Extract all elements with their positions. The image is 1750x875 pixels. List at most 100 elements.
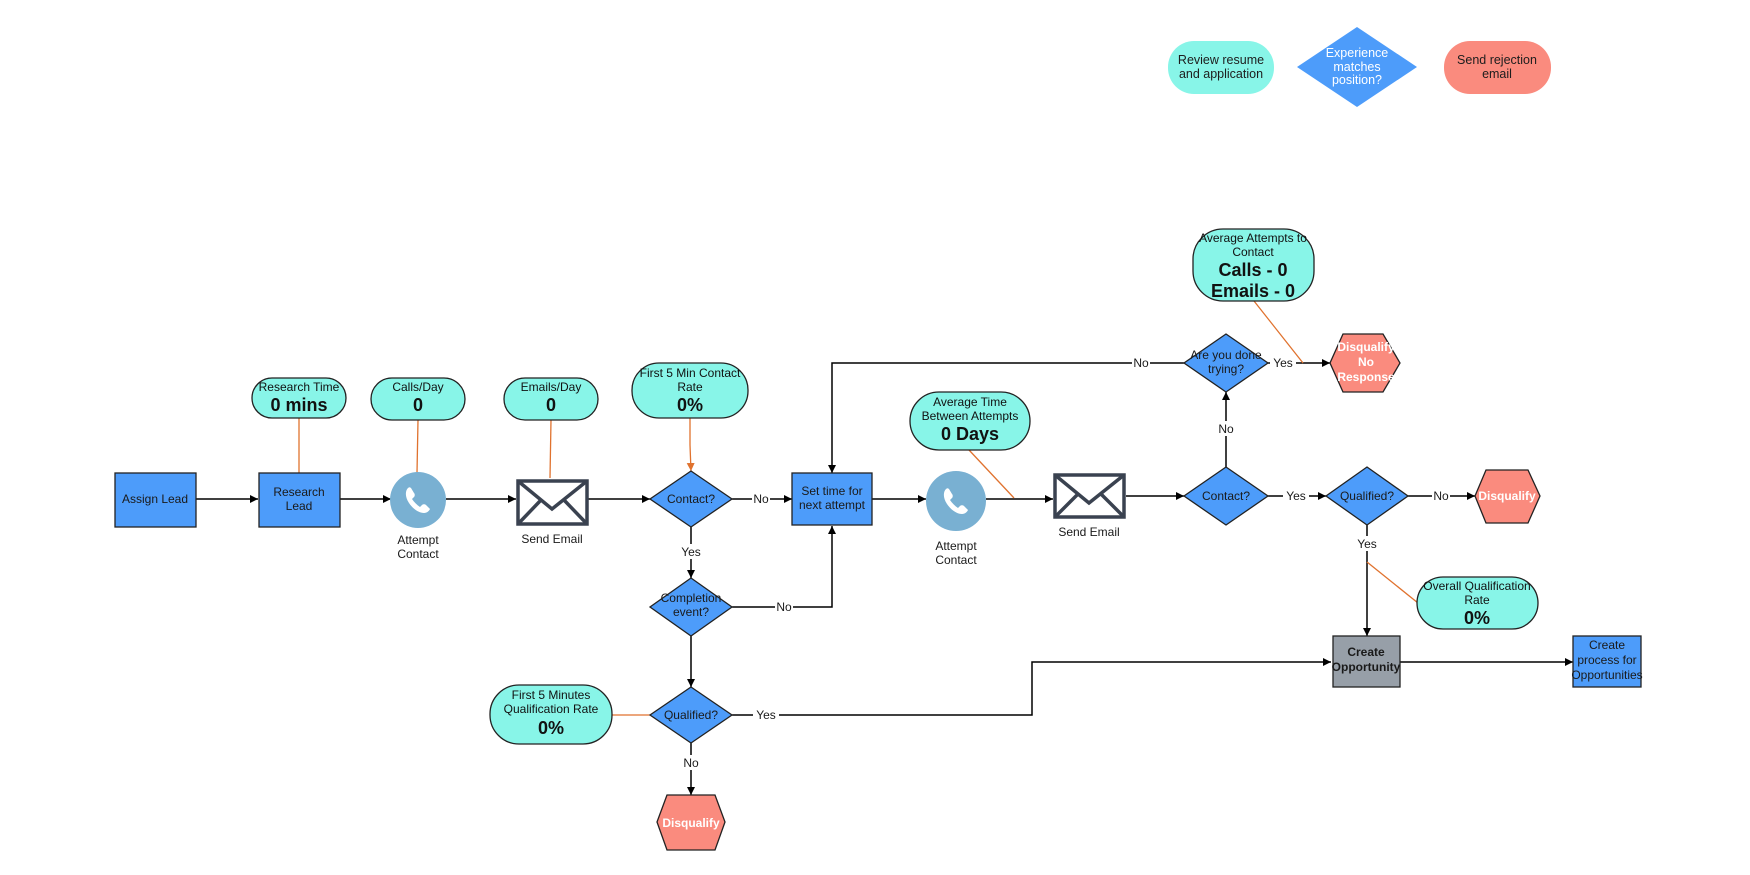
node-label: Lead: [286, 499, 313, 513]
node-label: next attempt: [799, 498, 866, 512]
node-label: Set time for: [801, 484, 862, 498]
metric-title: Average Attempts to: [1199, 231, 1307, 245]
legend: Review resume and application Experience…: [1168, 27, 1551, 107]
node-label: Opportunity: [1332, 660, 1401, 674]
metric-title: Contact: [1232, 245, 1274, 259]
node-disqualify-no-response[interactable]: Disqualify No Response: [1329, 333, 1401, 393]
flowchart-canvas: Review resume and application Experience…: [114, 27, 1643, 851]
metric-avg-attempts-to-contact[interactable]: Average Attempts to Contact Calls - 0 Em…: [1192, 228, 1315, 302]
node-label: Response: [1337, 370, 1395, 384]
node-label: Opportunities: [1571, 668, 1642, 682]
legend-terminal-rejection[interactable]: Send rejection email: [1444, 41, 1551, 94]
annot-overall-qualification: [1366, 561, 1419, 604]
metric-first5-qualification-rate[interactable]: First 5 Minutes Qualification Rate 0%: [489, 684, 613, 745]
edge-label-done-no: No: [1133, 356, 1149, 370]
node-label: Attempt: [935, 539, 977, 553]
node-qualified-decision-1[interactable]: Qualified?: [648, 686, 734, 744]
node-label: Create: [1589, 638, 1625, 652]
metric-value: Emails - 0: [1211, 281, 1295, 301]
node-label: Send Email: [521, 532, 582, 546]
edge-labels: No Yes No Yes No No No Yes Yes No Yes: [678, 355, 1450, 770]
node-label: Send Email: [1058, 525, 1119, 539]
node-research-lead[interactable]: Research Lead: [258, 472, 341, 528]
node-send-email-2[interactable]: Send Email: [1053, 473, 1126, 539]
node-disqualify-2[interactable]: Disqualify: [1474, 469, 1541, 524]
edge-label-contact1-yes: Yes: [681, 545, 701, 559]
edge-label-contact2-no: No: [1218, 422, 1234, 436]
legend-label: matches: [1333, 60, 1380, 74]
node-done-trying-decision[interactable]: Are you done trying?: [1182, 333, 1270, 393]
node-label: Research: [273, 485, 324, 499]
legend-terminal-review[interactable]: Review resume and application: [1168, 41, 1274, 94]
annot-emails-day: [549, 419, 552, 479]
node-contact-decision-1[interactable]: Contact?: [648, 470, 734, 528]
metric-title: Research Time: [259, 380, 340, 394]
metric-title: Calls/Day: [392, 380, 443, 394]
edge-label-qualified1-no: No: [683, 756, 699, 770]
metric-title: Between Attempts: [922, 409, 1019, 423]
metric-value: 0: [413, 395, 423, 415]
node-label: Create: [1347, 645, 1385, 659]
node-label: Are you done: [1190, 348, 1262, 362]
edge-label-contact1-no: No: [753, 492, 769, 506]
node-label: Qualified?: [1340, 489, 1394, 503]
metric-emails-day[interactable]: Emails/Day 0: [503, 377, 599, 421]
node-create-opportunity[interactable]: Create Opportunity: [1332, 635, 1401, 688]
node-set-time[interactable]: Set time for next attempt: [791, 472, 873, 526]
node-label: Disqualify: [1337, 340, 1395, 354]
metric-title: Average Time: [933, 395, 1007, 409]
node-label: Contact?: [667, 492, 715, 506]
edge-label-completion-no: No: [776, 600, 792, 614]
legend-label: Review resume: [1178, 53, 1264, 67]
metric-title: Overall Qualification: [1423, 579, 1530, 593]
legend-decision-experience[interactable]: Experience matches position?: [1297, 27, 1417, 107]
node-label: Contact: [397, 547, 439, 561]
node-label: event?: [673, 605, 709, 619]
metric-title: Emails/Day: [521, 380, 582, 394]
metric-value: 0%: [538, 718, 564, 738]
node-label: process for: [1577, 653, 1636, 667]
legend-label: position?: [1332, 73, 1382, 87]
metric-title: First 5 Minutes: [512, 688, 591, 702]
metric-value: 0: [546, 395, 556, 415]
metric-overall-qualification-rate[interactable]: Overall Qualification Rate 0%: [1416, 576, 1539, 630]
node-attempt-contact-2[interactable]: Attempt Contact: [926, 471, 986, 567]
node-label: Assign Lead: [122, 492, 188, 506]
envelope-icon: [1053, 473, 1126, 519]
node-assign-lead[interactable]: Assign Lead: [114, 472, 197, 528]
metric-value: 0%: [677, 395, 703, 415]
connectors: [196, 359, 1573, 795]
legend-label: email: [1482, 67, 1512, 81]
node-label: Attempt: [397, 533, 439, 547]
node-qualified-decision-2[interactable]: Qualified?: [1324, 466, 1410, 526]
node-send-email-1[interactable]: Send Email: [516, 479, 589, 546]
metric-title: Rate: [1464, 593, 1490, 607]
node-label: Completion: [661, 591, 722, 605]
node-create-process[interactable]: Create process for Opportunities: [1571, 635, 1643, 688]
edge-label-done-yes: Yes: [1273, 356, 1293, 370]
annot-first5-contact: [686, 418, 695, 472]
legend-label: and application: [1179, 67, 1263, 81]
metric-research-time[interactable]: Research Time 0 mins: [251, 377, 347, 419]
node-label: trying?: [1208, 362, 1244, 376]
edge-label-qualified2-no: No: [1433, 489, 1449, 503]
metric-calls-day[interactable]: Calls/Day 0: [370, 377, 466, 421]
metric-title: First 5 Min Contact: [640, 366, 741, 380]
edge-completion-no: [732, 526, 836, 608]
envelope-icon: [516, 479, 589, 526]
annot-calls-day: [416, 419, 419, 474]
metric-avg-time-between-attempts[interactable]: Average Time Between Attempts 0 Days: [909, 391, 1031, 451]
edge-qualified1-yes: [732, 658, 1331, 716]
node-disqualify-1[interactable]: Disqualify: [656, 794, 726, 851]
metric-first5-contact-rate[interactable]: First 5 Min Contact Rate 0%: [631, 362, 749, 419]
node-label: Disqualify: [662, 816, 720, 830]
node-attempt-contact-1[interactable]: Attempt Contact: [390, 472, 446, 561]
metric-value: 0 Days: [941, 424, 999, 444]
node-label: Qualified?: [664, 708, 718, 722]
metric-value: 0%: [1464, 608, 1490, 628]
metric-title: Qualification Rate: [504, 702, 599, 716]
node-label: No: [1358, 355, 1374, 369]
node-contact-decision-2[interactable]: Contact?: [1182, 466, 1270, 526]
edge-label-qualified1-yes: Yes: [756, 708, 776, 722]
node-completion-decision[interactable]: Completion event?: [648, 577, 734, 637]
